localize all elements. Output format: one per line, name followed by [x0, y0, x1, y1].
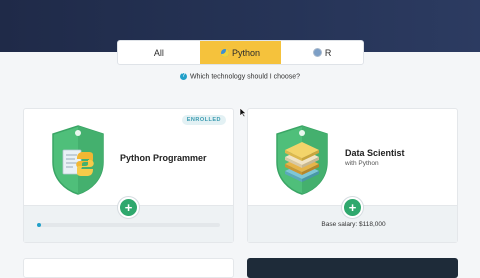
- enrolled-badge: ENROLLED: [181, 115, 226, 125]
- card-title: Python Programmer: [120, 153, 207, 163]
- question-icon: ?: [179, 73, 187, 80]
- career-card-partial[interactable]: [23, 258, 234, 278]
- mouse-cursor-icon: [239, 107, 247, 118]
- tab-all-label: All: [153, 47, 164, 58]
- career-card-python-programmer[interactable]: ENROLLED Python Programmer +: [23, 108, 234, 243]
- technology-help-link[interactable]: ? Which technology should I choose?: [0, 73, 480, 80]
- career-card-dark-partial[interactable]: [247, 258, 458, 278]
- plus-icon[interactable]: +: [118, 197, 139, 218]
- tab-all[interactable]: All: [118, 41, 200, 64]
- python-icon: [220, 48, 229, 57]
- tab-python[interactable]: Python: [199, 41, 282, 64]
- base-salary: Base salary: $118,000: [321, 221, 386, 228]
- progress-fill: [37, 223, 41, 227]
- technology-tabs: All Python R: [117, 40, 364, 65]
- card-title: Data Scientist: [345, 148, 405, 158]
- tab-r-label: R: [324, 47, 332, 58]
- progress-bar: [37, 223, 220, 227]
- r-icon: [312, 48, 322, 57]
- python-code-shield-icon: [52, 125, 104, 195]
- help-text: Which technology should I choose?: [189, 73, 301, 81]
- data-stack-shield-icon: [276, 125, 328, 195]
- tab-r[interactable]: R: [281, 41, 363, 64]
- tab-python-label: Python: [231, 47, 261, 58]
- plus-icon[interactable]: +: [342, 197, 363, 218]
- card-subtitle: with Python: [345, 160, 379, 167]
- career-card-data-scientist[interactable]: Data Scientist with Python + Base salary…: [247, 108, 458, 243]
